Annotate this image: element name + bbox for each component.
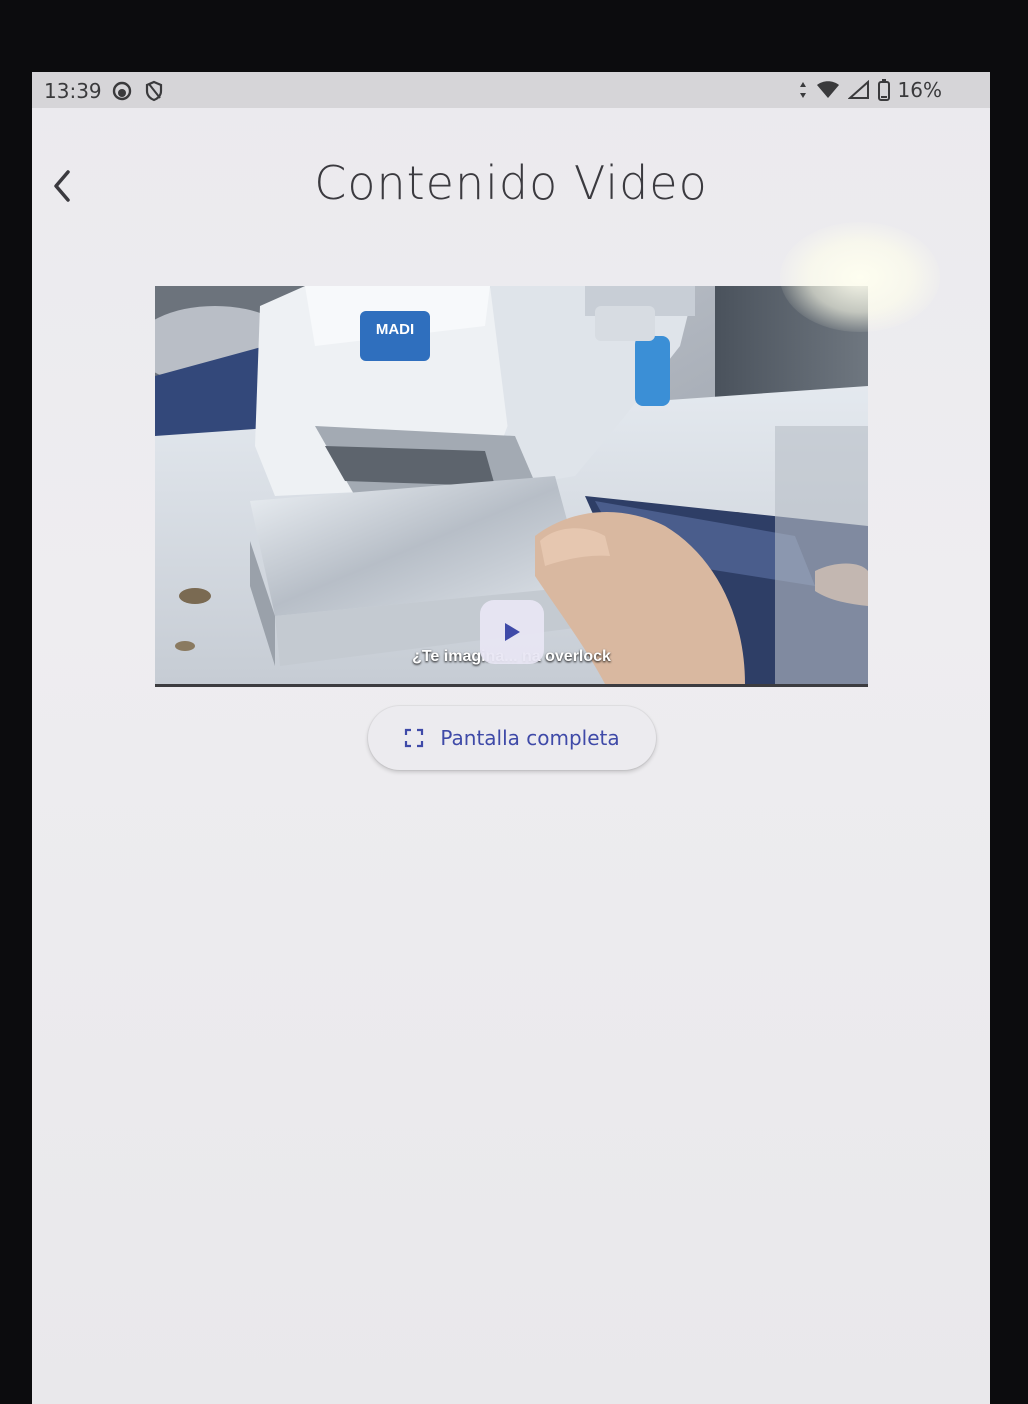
status-bar: 13:39 16% bbox=[32, 72, 990, 108]
wifi-icon bbox=[816, 81, 839, 98]
video-player[interactable]: MADI ¿Te imagina... na overlock bbox=[155, 286, 868, 684]
play-icon bbox=[505, 623, 520, 641]
brand-label: MADI bbox=[376, 321, 414, 338]
signal-icon bbox=[847, 80, 869, 99]
status-left-icons bbox=[112, 80, 164, 102]
screen-glare bbox=[780, 222, 940, 332]
battery-percent: 16% bbox=[897, 78, 942, 102]
fullscreen-button[interactable]: Pantalla completa bbox=[368, 706, 656, 770]
fullscreen-label: Pantalla completa bbox=[440, 726, 620, 750]
status-right-icons: 16% bbox=[798, 78, 942, 102]
status-time: 13:39 bbox=[44, 79, 102, 103]
notification-icon bbox=[112, 81, 132, 101]
vpn-icon bbox=[145, 80, 163, 102]
play-button[interactable] bbox=[480, 600, 544, 664]
app-screen: 13:39 16% Contenido Video MADI ¿Te overl… bbox=[32, 72, 990, 1404]
data-arrows-icon bbox=[799, 82, 806, 98]
fullscreen-icon bbox=[405, 728, 424, 748]
battery-icon bbox=[877, 79, 890, 101]
page-title: Contenido Video bbox=[314, 156, 708, 210]
